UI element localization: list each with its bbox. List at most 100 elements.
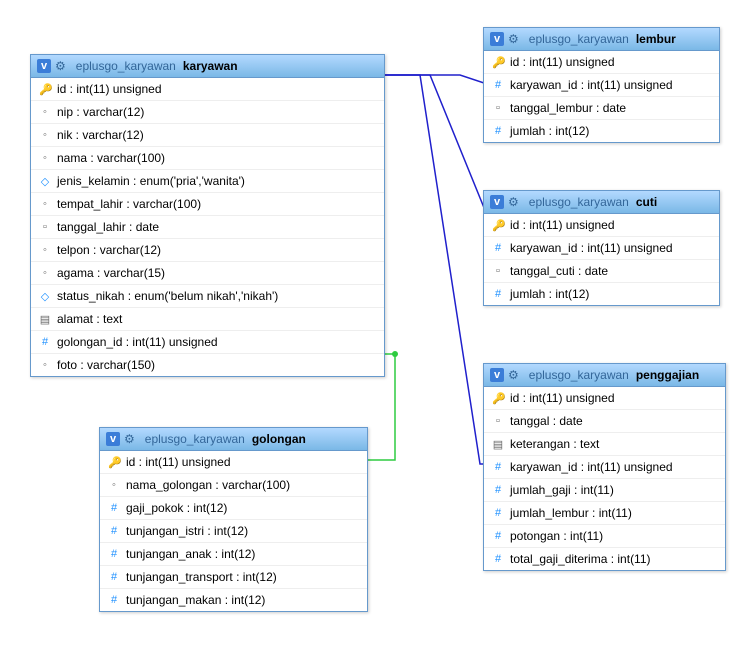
table-karyawan-columns: 🔑id : int(11) unsigned◦nip : varchar(12)… — [31, 78, 384, 376]
column-def: gaji_pokok : int(12) — [126, 501, 227, 515]
column-row[interactable]: #tunjangan_makan : int(12) — [100, 588, 367, 611]
column-def: id : int(11) unsigned — [510, 391, 615, 405]
column-row[interactable]: # jumlah : int(12) — [484, 282, 719, 305]
view-icon: v — [37, 59, 51, 73]
db-name: eplusgo_karyawan — [529, 195, 629, 209]
column-row[interactable]: ◦tempat_lahir : varchar(100) — [31, 192, 384, 215]
hash-icon: # — [492, 553, 504, 565]
column-def: id : int(11) unsigned — [510, 218, 615, 232]
column-row[interactable]: ◦nama : varchar(100) — [31, 146, 384, 169]
column-row[interactable]: ▫tanggal : date — [484, 409, 725, 432]
hash-icon: # — [492, 125, 504, 137]
text-icon: ◦ — [39, 267, 51, 279]
column-row[interactable]: 🔑 id : int(11) unsigned — [484, 51, 719, 73]
key-icon: 🔑 — [492, 392, 504, 405]
column-row[interactable]: ▤keterangan : text — [484, 432, 725, 455]
column-row[interactable]: ▫tanggal_cuti : date — [484, 259, 719, 282]
column-def: tanggal_lahir : date — [57, 220, 159, 234]
diamond-icon: ◇ — [39, 175, 51, 188]
column-def: potongan : int(11) — [510, 529, 603, 543]
column-def: jumlah_lembur : int(11) — [510, 506, 632, 520]
column-row[interactable]: #karyawan_id : int(11) unsigned — [484, 236, 719, 259]
hash-icon: # — [492, 461, 504, 473]
db-name: eplusgo_karyawan — [529, 32, 629, 46]
column-row[interactable]: #tunjangan_transport : int(12) — [100, 565, 367, 588]
table-name: cuti — [636, 195, 657, 209]
view-icon: v — [490, 32, 504, 46]
column-row[interactable]: #jumlah_gaji : int(11) — [484, 478, 725, 501]
column-def: karyawan_id : int(11) unsigned — [510, 460, 673, 474]
column-row[interactable]: 🔑id : int(11) unsigned — [31, 78, 384, 100]
column-row[interactable]: #jumlah_lembur : int(11) — [484, 501, 725, 524]
column-def: tanggal : date — [510, 414, 583, 428]
column-def: tunjangan_istri : int(12) — [126, 524, 248, 538]
table-name: lembur — [636, 32, 676, 46]
column-row[interactable]: ▫tanggal_lembur : date — [484, 96, 719, 119]
column-row[interactable]: 🔑 id : int(11) unsigned — [484, 387, 725, 409]
table-lembur-header[interactable]: v ⚙ eplusgo_karyawan lembur — [484, 28, 719, 51]
key-icon: 🔑 — [492, 56, 504, 69]
table-cuti[interactable]: v ⚙ eplusgo_karyawan cuti 🔑 id : int(11) … — [483, 190, 720, 306]
text-icon: ◦ — [108, 479, 120, 491]
column-row[interactable]: ◦agama : varchar(15) — [31, 261, 384, 284]
hash-icon: # — [108, 594, 120, 606]
column-row[interactable]: 🔑id : int(11) unsigned — [100, 451, 367, 473]
column-row[interactable]: # gaji_pokok : int(12) — [100, 496, 367, 519]
gear-icon[interactable]: ⚙ — [55, 59, 66, 73]
column-row[interactable]: #tunjangan_anak : int(12) — [100, 542, 367, 565]
column-row[interactable]: # karyawan_id : int(11) unsigned — [484, 73, 719, 96]
date-icon: ▫ — [492, 102, 504, 114]
hash-icon: # — [492, 530, 504, 542]
table-karyawan[interactable]: v ⚙ eplusgo_karyawan karyawan 🔑id : int(… — [30, 54, 385, 377]
diamond-icon: ◇ — [39, 290, 51, 303]
column-row[interactable]: ◦ nama_golongan : varchar(100) — [100, 473, 367, 496]
column-def: jumlah : int(12) — [510, 287, 589, 301]
column-row[interactable]: # karyawan_id : int(11) unsigned — [484, 455, 725, 478]
column-row[interactable]: # tunjangan_istri : int(12) — [100, 519, 367, 542]
column-row[interactable]: # potongan : int(11) — [484, 524, 725, 547]
table-golongan-header[interactable]: v ⚙ eplusgo_karyawan golongan — [100, 428, 367, 451]
table-penggajian[interactable]: v ⚙ eplusgo_karyawan penggajian 🔑 id : in… — [483, 363, 726, 571]
column-def: nik : varchar(12) — [57, 128, 144, 142]
table-name: karyawan — [183, 59, 238, 73]
text-icon: ◦ — [39, 129, 51, 141]
gear-icon[interactable]: ⚙ — [124, 432, 135, 446]
gear-icon[interactable]: ⚙ — [508, 368, 519, 382]
db-name: eplusgo_karyawan — [529, 368, 629, 382]
gear-icon[interactable]: ⚙ — [508, 195, 519, 209]
text-icon: ◦ — [39, 152, 51, 164]
key-icon: 🔑 — [492, 219, 504, 232]
hash-icon: # — [492, 79, 504, 91]
column-row[interactable]: #total_gaji_diterima : int(11) — [484, 547, 725, 570]
table-lembur[interactable]: v ⚙ eplusgo_karyawan lembur 🔑 id : int(11… — [483, 27, 720, 143]
column-row[interactable]: ◇jenis_kelamin : enum('pria','wanita') — [31, 169, 384, 192]
column-row[interactable]: 🔑 id : int(11) unsigned — [484, 214, 719, 236]
table-cuti-header[interactable]: v ⚙ eplusgo_karyawan cuti — [484, 191, 719, 214]
column-def: nama_golongan : varchar(100) — [126, 478, 290, 492]
column-row[interactable]: ◦nip : varchar(12) — [31, 100, 384, 123]
column-def: alamat : text — [57, 312, 122, 326]
table-karyawan-header[interactable]: v ⚙ eplusgo_karyawan karyawan — [31, 55, 384, 78]
hash-icon: # — [108, 502, 120, 514]
table-penggajian-header[interactable]: v ⚙ eplusgo_karyawan penggajian — [484, 364, 725, 387]
gear-icon[interactable]: ⚙ — [508, 32, 519, 46]
column-def: karyawan_id : int(11) unsigned — [510, 78, 673, 92]
column-def: golongan_id : int(11) unsigned — [57, 335, 218, 349]
column-def: nip : varchar(12) — [57, 105, 144, 119]
column-row[interactable]: ◦foto : varchar(150) — [31, 353, 384, 376]
column-row[interactable]: ◇status_nikah : enum('belum nikah','nika… — [31, 284, 384, 307]
hash-icon: # — [492, 288, 504, 300]
column-row[interactable]: #golongan_id : int(11) unsigned — [31, 330, 384, 353]
hash-icon: # — [108, 525, 120, 537]
column-row[interactable]: #jumlah : int(12) — [484, 119, 719, 142]
column-row[interactable]: ▤alamat : text — [31, 307, 384, 330]
column-row[interactable]: ▫ tanggal_lahir : date — [31, 215, 384, 238]
column-def: tunjangan_anak : int(12) — [126, 547, 255, 561]
column-row[interactable]: ◦ nik : varchar(12) — [31, 123, 384, 146]
column-def: foto : varchar(150) — [57, 358, 155, 372]
column-def: id : int(11) unsigned — [510, 55, 615, 69]
table-golongan[interactable]: v ⚙ eplusgo_karyawan golongan 🔑id : int(… — [99, 427, 368, 612]
column-def: tanggal_cuti : date — [510, 264, 608, 278]
column-row[interactable]: ◦telpon : varchar(12) — [31, 238, 384, 261]
date-icon: ▫ — [39, 221, 51, 233]
